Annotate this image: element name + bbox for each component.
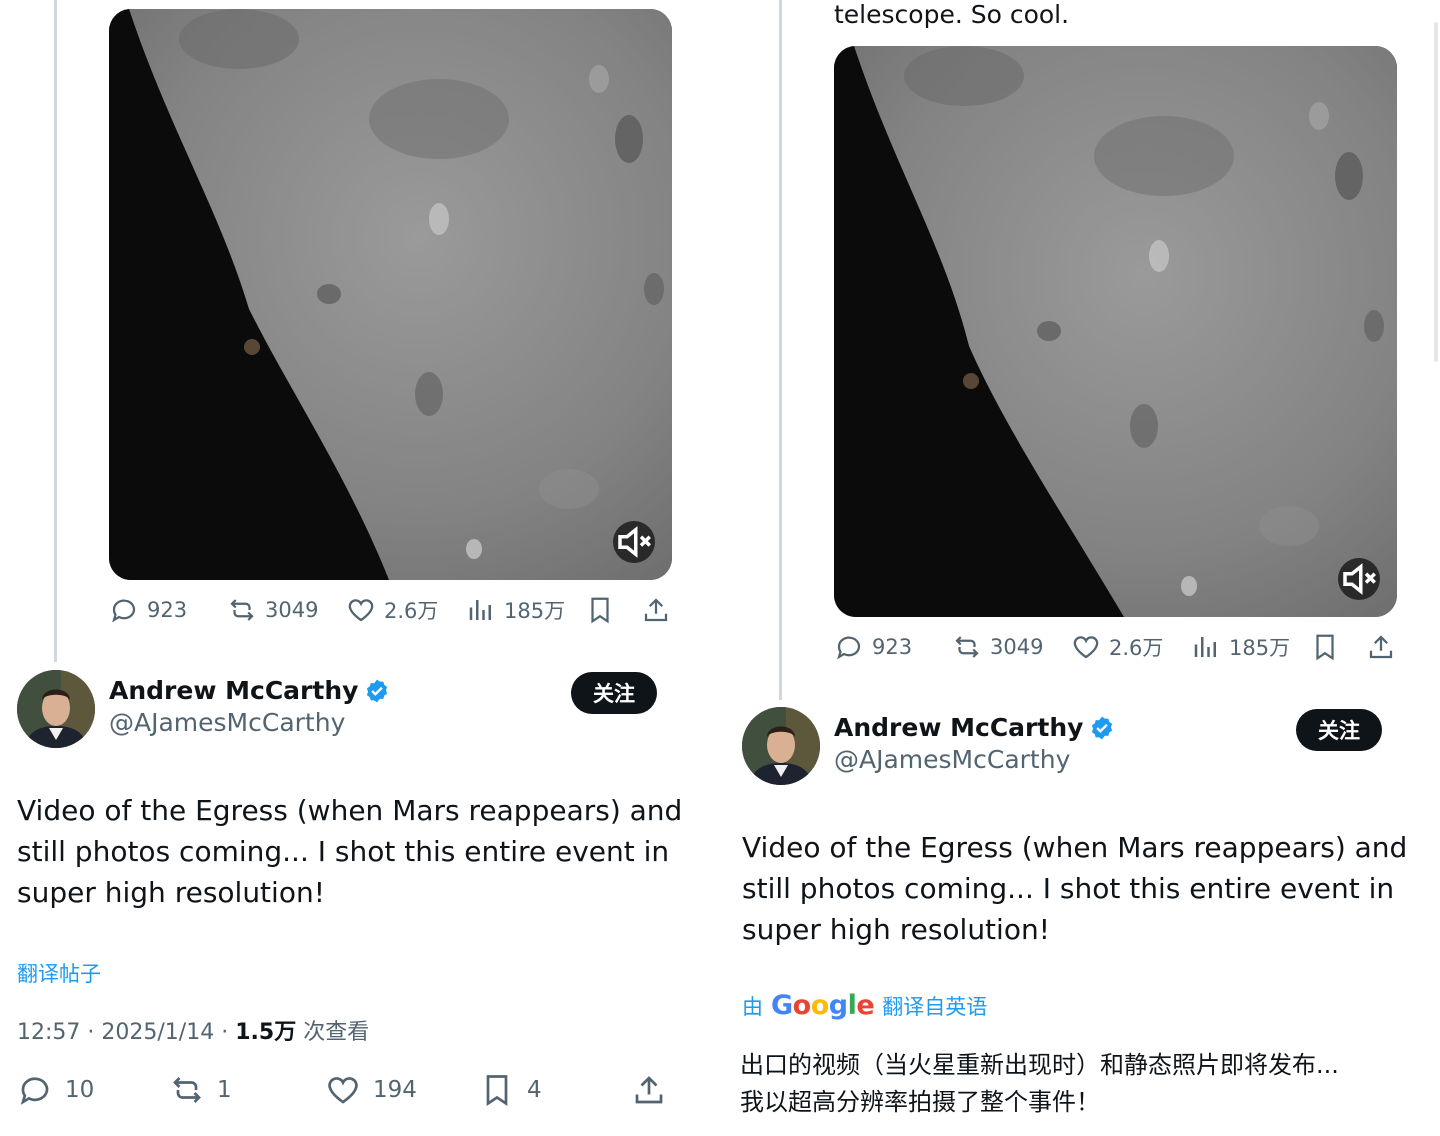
mute-button[interactable] [1338, 558, 1380, 600]
share-icon [1369, 635, 1393, 659]
repost-button[interactable]: 1 [169, 1067, 232, 1113]
moon-video[interactable] [834, 46, 1397, 617]
tweet-actions: 923 3049 2.6万 185万 [834, 627, 1397, 667]
bar-chart-icon [1194, 637, 1216, 657]
tweet-time[interactable]: 12:57 [17, 1020, 80, 1045]
author-name[interactable]: Andrew McCarthy [109, 676, 390, 705]
tweet-text: Video of the Egress (when Mars reappears… [17, 794, 683, 909]
view-count: 185万 [504, 599, 566, 623]
translated-text: 出口的视频（当火星重新出现时）和静态照片即将发布... 我以超高分辨率拍摄了整个… [740, 1051, 1339, 1116]
reply-icon [837, 636, 861, 660]
bookmark-button[interactable]: 4 [479, 1067, 542, 1113]
bookmark-button[interactable] [585, 590, 615, 630]
share-button[interactable] [631, 1067, 667, 1113]
share-icon [644, 598, 668, 622]
views-button[interactable]: 185万 [466, 590, 565, 630]
repost-count: 1 [217, 1077, 232, 1103]
google-translation-label[interactable]: 由 Google 翻译自英语 [742, 990, 987, 1021]
share-button[interactable] [641, 590, 671, 630]
like-count: 2.6万 [1109, 636, 1164, 660]
author-name[interactable]: Andrew McCarthy [834, 713, 1115, 742]
avatar[interactable] [17, 670, 95, 748]
author-handle[interactable]: @AJamesMcCarthy [109, 708, 345, 737]
reply-count: 10 [65, 1077, 95, 1103]
repost-icon [230, 599, 254, 621]
reply-icon [20, 1077, 49, 1105]
follow-button[interactable]: 关注 [571, 672, 657, 714]
bookmark-icon [591, 597, 609, 624]
verified-badge-icon [367, 679, 388, 702]
reply-icon [112, 599, 136, 623]
view-count: 185万 [1229, 636, 1291, 660]
tweet-meta: 12:57 · 2025/1/14 · 1.5万 次查看 [17, 1020, 370, 1045]
mute-button[interactable] [613, 521, 655, 563]
share-button[interactable] [1366, 627, 1396, 667]
bookmark-count: 4 [527, 1077, 542, 1103]
repost-button[interactable]: 3049 [227, 590, 318, 630]
tweet-date[interactable]: 2025/1/14 [101, 1020, 214, 1045]
like-button[interactable]: 2.6万 [1071, 627, 1163, 667]
tweet-views-count: 1.5万 [235, 1020, 297, 1045]
left-screenshot: 923 3049 2.6万 185万 Andrew McCarthy @AJam… [0, 0, 715, 1136]
like-count: 2.6万 [384, 599, 439, 623]
bookmark-icon [486, 1075, 508, 1107]
repost-button[interactable]: 3049 [952, 627, 1043, 667]
bar-chart-icon [469, 600, 491, 620]
reply-button[interactable]: 923 [109, 590, 187, 630]
reply-count: 923 [147, 598, 188, 622]
repost-icon [955, 636, 979, 658]
reply-count: 923 [872, 635, 913, 659]
views-button[interactable]: 185万 [1191, 627, 1290, 667]
share-icon [635, 1076, 663, 1104]
speaker-muted-icon [618, 526, 651, 558]
tweet-text: Video of the Egress (when Mars reappears… [742, 831, 1408, 946]
verified-badge-icon [1092, 716, 1113, 739]
translate-post-link[interactable]: 翻译帖子 [17, 958, 101, 988]
thread-line [779, 0, 782, 700]
tweet-views-label: 次查看 [303, 1020, 370, 1045]
right-screenshot: telescope. So cool. 923 3049 2.6万 185万 A… [725, 0, 1440, 1136]
bookmark-icon [1316, 634, 1334, 661]
heart-icon [348, 599, 374, 622]
repost-count: 3049 [990, 635, 1044, 659]
repost-icon [173, 1077, 201, 1103]
bottom-actions: 10 1 194 4 [17, 1067, 672, 1113]
tweet-actions: 923 3049 2.6万 185万 [109, 590, 672, 630]
google-logo: Google [771, 990, 875, 1021]
author-handle[interactable]: @AJamesMcCarthy [834, 745, 1070, 774]
like-count: 194 [373, 1077, 417, 1103]
like-button[interactable]: 194 [325, 1067, 417, 1113]
thread-line [54, 0, 57, 662]
heart-icon [1073, 636, 1099, 659]
heart-icon [328, 1077, 358, 1104]
moon-video[interactable] [109, 9, 672, 580]
scrollbar[interactable] [1434, 22, 1438, 362]
reply-button[interactable]: 923 [834, 627, 912, 667]
speaker-muted-icon [1343, 563, 1376, 595]
follow-button[interactable]: 关注 [1296, 709, 1382, 751]
repost-count: 3049 [265, 598, 319, 622]
previous-tweet-text: telescope. So cool. [834, 0, 1070, 29]
reply-button[interactable]: 10 [17, 1067, 94, 1113]
avatar[interactable] [742, 707, 820, 785]
like-button[interactable]: 2.6万 [346, 590, 438, 630]
bookmark-button[interactable] [1310, 627, 1340, 667]
